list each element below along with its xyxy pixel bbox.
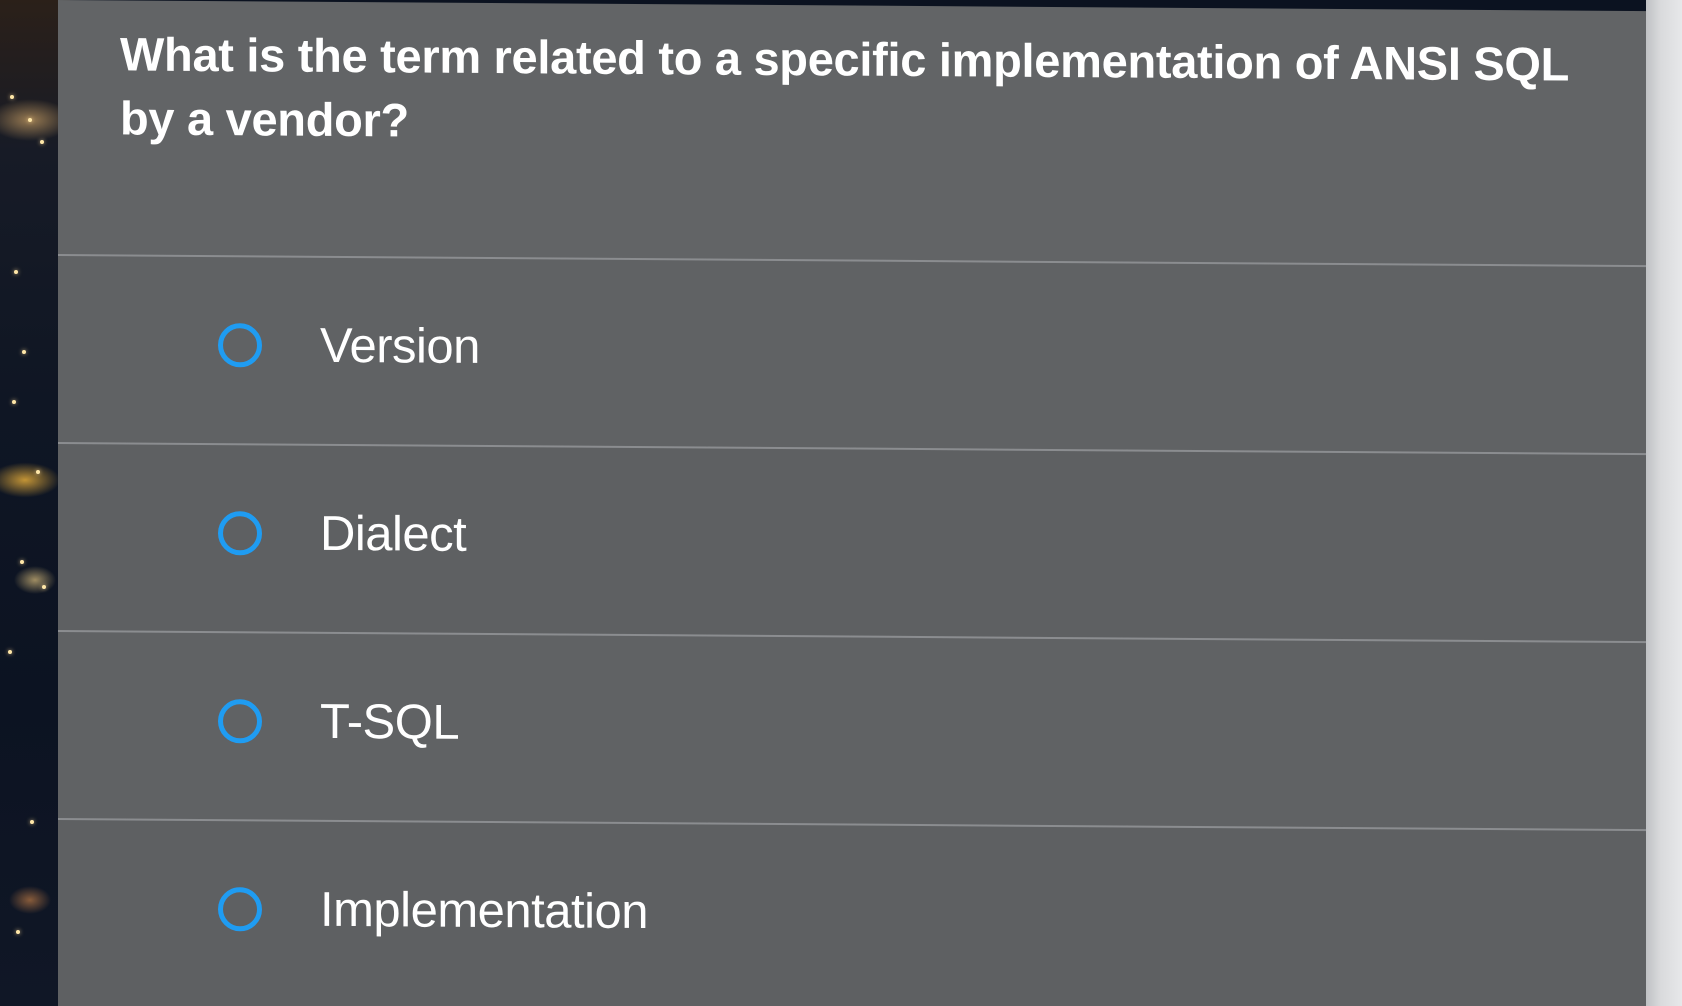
answer-option-implementation[interactable]: Implementation	[58, 818, 1650, 1006]
answer-label: Version	[320, 318, 480, 374]
radio-button-icon[interactable]	[218, 323, 262, 368]
radio-button-icon[interactable]	[218, 511, 262, 556]
quiz-panel: What is the term related to a specific i…	[58, 0, 1650, 1006]
answer-label: Dialect	[320, 506, 467, 562]
question-text: What is the term related to a specific i…	[120, 27, 1569, 147]
answer-options: Version Dialect T-SQL Implementation	[58, 254, 1650, 1006]
photo-scene: What is the term related to a specific i…	[0, 0, 1682, 1006]
answer-label: T-SQL	[320, 694, 460, 750]
answer-option-dialect[interactable]: Dialect	[58, 442, 1650, 642]
answer-option-version[interactable]: Version	[58, 254, 1650, 454]
monitor-bezel	[1646, 0, 1682, 1006]
radio-button-icon[interactable]	[218, 887, 262, 932]
answer-label: Implementation	[320, 882, 649, 940]
answer-option-tsql[interactable]: T-SQL	[58, 630, 1650, 830]
radio-button-icon[interactable]	[218, 699, 262, 744]
